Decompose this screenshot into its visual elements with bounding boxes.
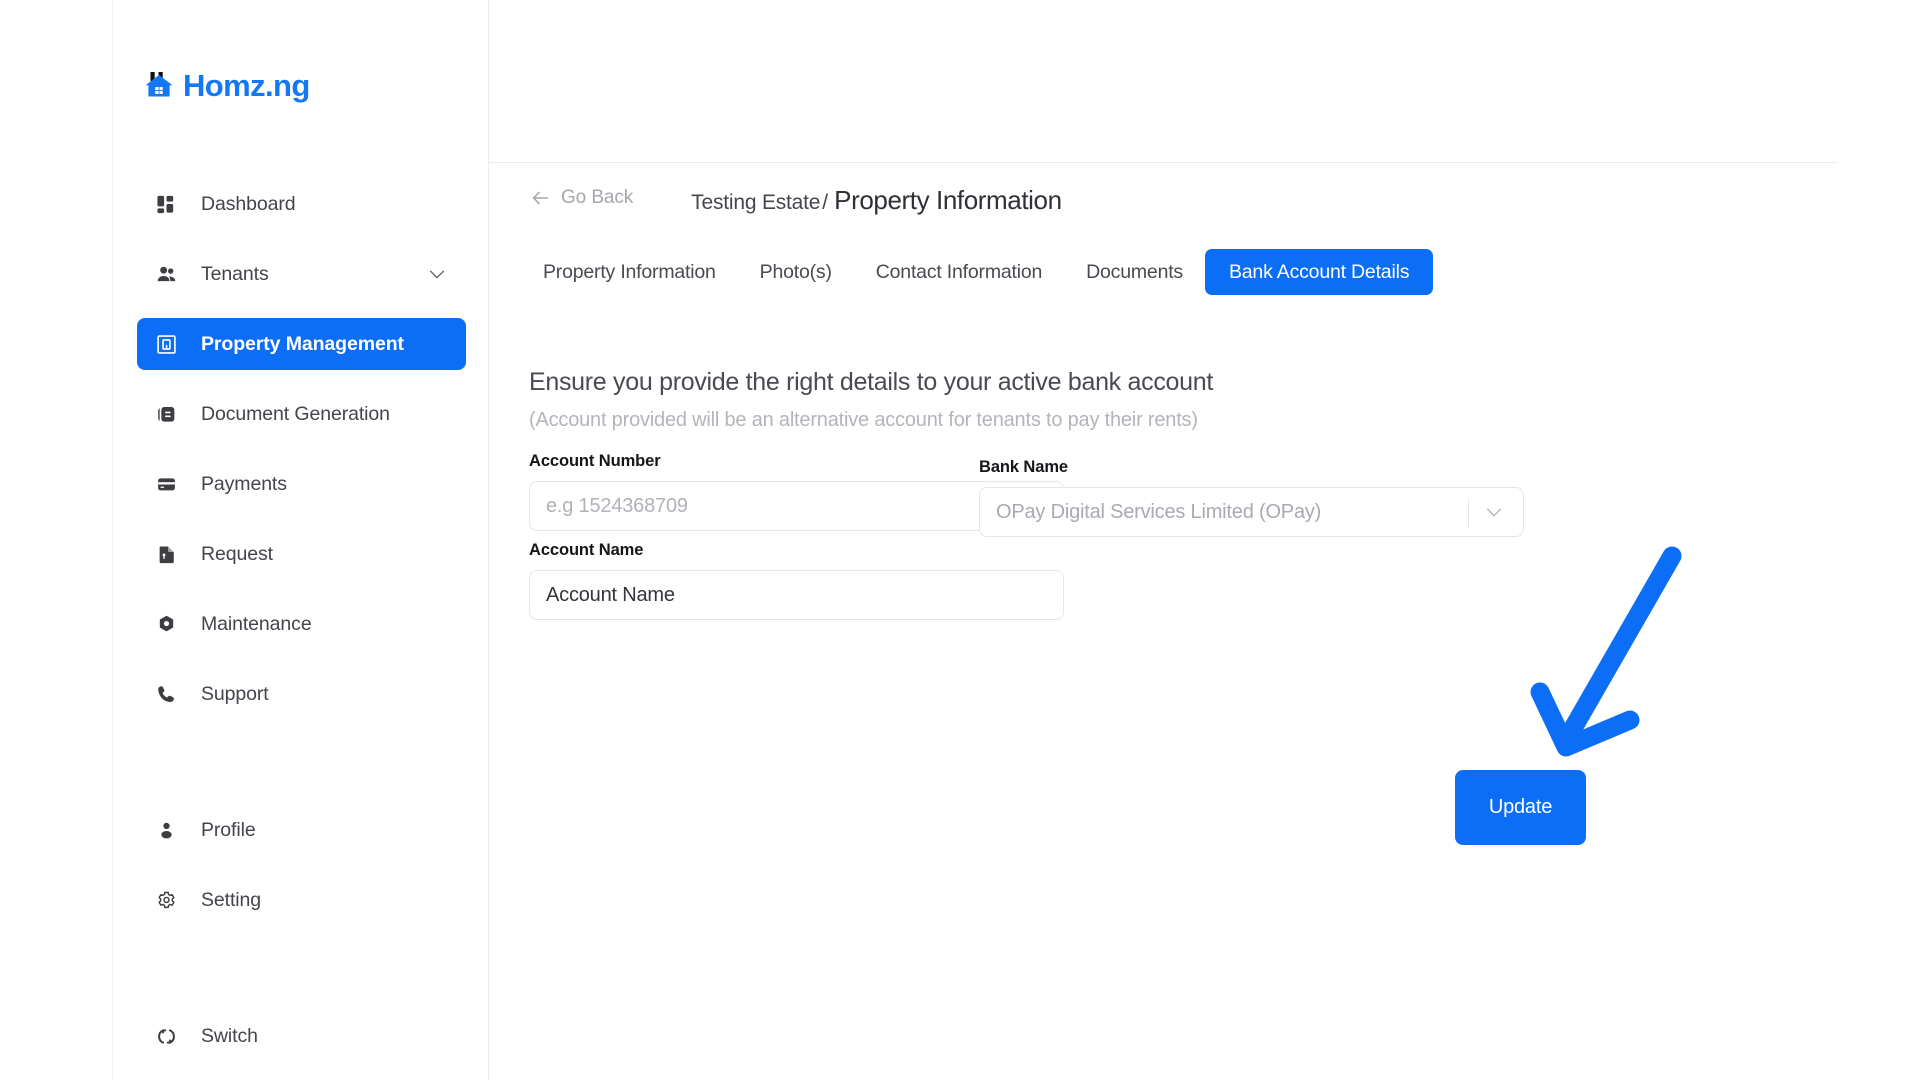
sidebar-item-label: Setting: [201, 888, 262, 911]
header-divider: [489, 162, 1838, 163]
sidebar-item-profile[interactable]: Profile: [137, 804, 466, 856]
sidebar-item-document-generation[interactable]: Document Generation: [137, 388, 466, 440]
sidebar-item-tenants[interactable]: Tenants: [137, 248, 466, 300]
sidebar-item-label: Payments: [201, 472, 287, 495]
tab-photos[interactable]: Photo(s): [738, 249, 854, 295]
breadcrumb-parent[interactable]: Testing Estate: [691, 191, 820, 215]
chevron-down-icon[interactable]: [426, 263, 448, 285]
account-name-input[interactable]: Account Name: [529, 570, 1064, 620]
sidebar-item-label: Profile: [201, 818, 256, 841]
document-stack-icon: [155, 403, 177, 425]
breadcrumb: Go Back Testing Estate / Property Inform…: [529, 185, 1062, 216]
tab-bank-account-details[interactable]: Bank Account Details: [1204, 249, 1434, 295]
sidebar-item-label: Document Generation: [201, 402, 390, 425]
house-icon: [143, 68, 177, 102]
person-icon: [155, 819, 177, 841]
go-back-label: Go Back: [561, 187, 634, 208]
gear-icon: [155, 889, 177, 911]
sidebar-item-label: Dashboard: [201, 192, 296, 215]
sidebar-nav: Dashboard Tenants Property Management Do…: [113, 178, 490, 1080]
sidebar-item-label: Maintenance: [201, 612, 312, 635]
sidebar-item-request[interactable]: Request: [137, 528, 466, 580]
page-title: Property Information: [834, 185, 1062, 215]
building-icon: [155, 333, 177, 355]
sidebar-footer-gap: [113, 944, 490, 1010]
sidebar-item-switch[interactable]: Switch: [137, 1010, 466, 1062]
update-button[interactable]: Update: [1455, 770, 1586, 845]
arrow-left-icon: [529, 187, 551, 209]
sidebar-item-label: Property Management: [201, 332, 404, 355]
breadcrumb-separator: /: [822, 191, 829, 214]
phone-icon: [155, 683, 177, 705]
tab-property-information[interactable]: Property Information: [529, 249, 738, 295]
bank-name-label: Bank Name: [979, 458, 1068, 476]
sidebar-item-label: Support: [201, 682, 269, 705]
tab-documents[interactable]: Documents: [1064, 249, 1205, 295]
sidebar-item-label: Switch: [201, 1024, 258, 1047]
switch-arrows-icon: [155, 1025, 177, 1047]
sidebar-item-setting[interactable]: Setting: [137, 874, 466, 926]
tab-contact-information[interactable]: Contact Information: [854, 249, 1064, 295]
credit-card-icon: [155, 473, 177, 495]
bank-name-value: OPay Digital Services Limited (OPay): [996, 500, 1322, 523]
main-content: Go Back Testing Estate / Property Inform…: [489, 0, 1920, 1080]
form-subheading: (Account provided will be an alternative…: [529, 409, 1198, 431]
field-bank-name: Bank Name OPay Digital Services Limited …: [979, 458, 1524, 537]
sidebar-item-maintenance[interactable]: Maintenance: [137, 598, 466, 650]
sidebar-item-support[interactable]: Support: [137, 668, 466, 720]
app-root: Homz.ng Dashboard Tenants Property Manag…: [0, 0, 1920, 1080]
bank-name-select[interactable]: OPay Digital Services Limited (OPay): [979, 487, 1524, 537]
select-divider: [1468, 499, 1469, 527]
tab-bar: Property Information Photo(s) Contact In…: [529, 249, 1434, 295]
go-back-button[interactable]: Go Back: [529, 187, 633, 209]
field-account-name: Account Name Account Name: [529, 541, 1064, 620]
sidebar-item-property-management[interactable]: Property Management: [137, 318, 466, 370]
users-icon: [155, 263, 177, 285]
brand-logo[interactable]: Homz.ng: [143, 68, 310, 102]
form-heading: Ensure you provide the right details to …: [529, 368, 1213, 396]
sidebar-item-label: Tenants: [201, 262, 269, 285]
sidebar: Homz.ng Dashboard Tenants Property Manag…: [112, 0, 489, 1080]
sidebar-item-payments[interactable]: Payments: [137, 458, 466, 510]
brand-name: Homz.ng: [183, 67, 310, 103]
sidebar-item-dashboard[interactable]: Dashboard: [137, 178, 466, 230]
nut-gear-icon: [155, 613, 177, 635]
form-intro: Ensure you provide the right details to …: [529, 368, 1213, 432]
account-name-label: Account Name: [529, 541, 644, 559]
file-request-icon: [155, 543, 177, 565]
sidebar-divider-gap: [113, 738, 490, 804]
chevron-down-icon[interactable]: [1483, 501, 1505, 523]
dashboard-grid-icon: [155, 193, 177, 215]
sidebar-item-label: Request: [201, 542, 273, 565]
